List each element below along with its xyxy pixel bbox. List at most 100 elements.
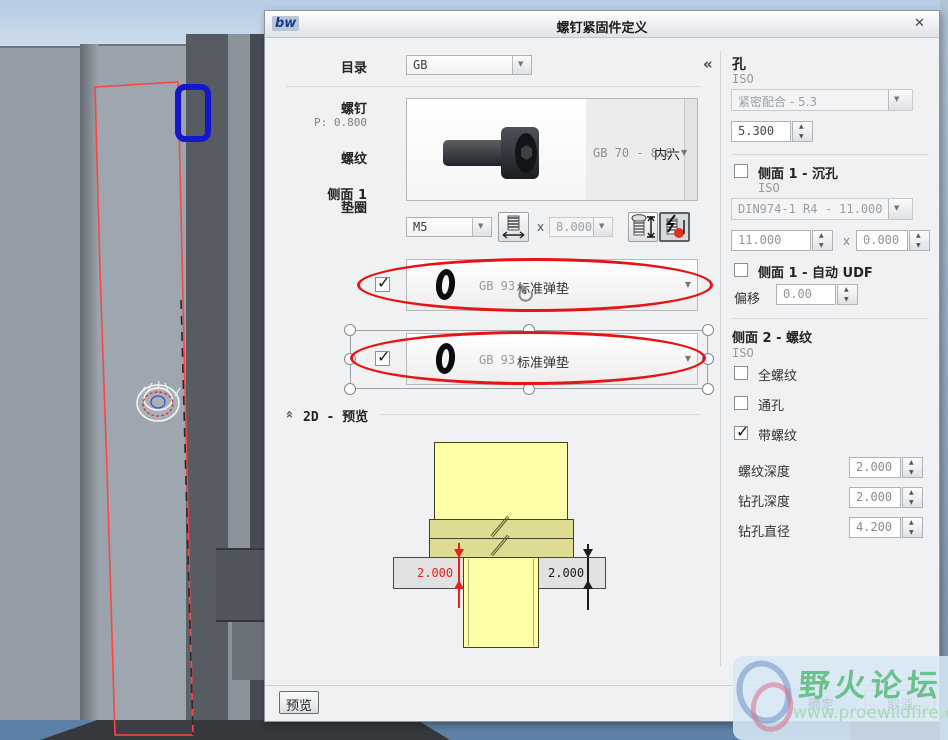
black-arrow-down-icon bbox=[583, 549, 593, 558]
divider bbox=[380, 414, 700, 415]
black-arrow-up-icon bbox=[583, 580, 593, 589]
spinner-buttons[interactable] bbox=[909, 230, 930, 251]
screw-length-combo[interactable]: 8.000 bbox=[549, 217, 613, 237]
washer-section-label: 垫圈 bbox=[340, 201, 367, 216]
selection-handle[interactable] bbox=[702, 324, 714, 336]
catalog-combo[interactable]: GB bbox=[406, 55, 532, 75]
times-label-2: x bbox=[843, 234, 851, 248]
offset-value: 0.00 bbox=[783, 287, 812, 301]
thread-label: 螺纹 bbox=[340, 152, 367, 167]
times-label: x bbox=[537, 220, 545, 234]
spinner-buttons[interactable] bbox=[902, 517, 923, 538]
spinner-buttons[interactable] bbox=[792, 121, 813, 142]
dropdown-arrow-icon[interactable] bbox=[593, 218, 612, 236]
spinner-buttons[interactable] bbox=[902, 457, 923, 478]
counterbore-label: 侧面 1 - 沉孔 bbox=[758, 167, 839, 182]
with-thread-checkbox[interactable] bbox=[734, 422, 749, 441]
counterbore-checkbox[interactable] bbox=[734, 164, 748, 178]
iso-label-2: ISO bbox=[758, 181, 780, 195]
screw-head-section bbox=[434, 442, 568, 520]
screw-head-type[interactable]: 内六 bbox=[654, 144, 680, 163]
drill-diameter-spinner[interactable]: 4.200 bbox=[849, 517, 923, 538]
dropdown-arrow-icon[interactable] bbox=[472, 218, 491, 236]
screw-preview-panel[interactable]: GB 70 - 8.8 内六 ▼ bbox=[406, 98, 698, 201]
dim-right-value: 2.000 bbox=[548, 566, 585, 580]
with-thread-label: 带螺纹 bbox=[758, 429, 798, 444]
auto-depth-button[interactable] bbox=[659, 212, 690, 242]
offset-spinner[interactable]: 0.00 bbox=[776, 284, 858, 305]
counterbore-dia-value: 11.000 bbox=[738, 233, 782, 247]
preview-button[interactable]: 预览 bbox=[279, 691, 319, 714]
red-arrow-down-icon bbox=[454, 549, 464, 558]
screw-length-value: 8.000 bbox=[556, 220, 593, 234]
thread-diameter-button[interactable] bbox=[498, 212, 529, 242]
thread-depth-value: 2.000 bbox=[856, 460, 893, 474]
divider bbox=[731, 154, 929, 155]
divider bbox=[286, 86, 701, 87]
full-thread-label: 全螺纹 bbox=[758, 369, 798, 384]
collapse-section-icon[interactable] bbox=[282, 410, 297, 418]
catalog-label: 目录 bbox=[340, 61, 367, 76]
spinner-buttons[interactable] bbox=[812, 230, 833, 251]
screw-label: 螺钉 bbox=[340, 102, 367, 117]
collapse-panel-icon[interactable] bbox=[703, 54, 713, 73]
dropdown-arrow-icon[interactable] bbox=[888, 199, 912, 219]
fastener-definition-dialog: bw 螺钉紧固件定义 目录 GB 螺钉 P: 0.800 螺纹 侧面 1 垫圈 bbox=[264, 10, 940, 722]
catalog-value: GB bbox=[413, 58, 428, 72]
drill-depth-spinner[interactable]: 2.000 bbox=[849, 487, 923, 508]
thread-depth-label: 螺纹深度 bbox=[738, 465, 791, 480]
close-icon[interactable] bbox=[914, 16, 930, 32]
thread-size-value: M5 bbox=[413, 220, 428, 234]
selection-handle[interactable] bbox=[344, 324, 356, 336]
forum-watermark: 野火论坛 www.proewildfire.cn bbox=[728, 653, 948, 740]
watermark-title: 野火论坛 bbox=[797, 668, 945, 704]
drill-depth-value: 2.000 bbox=[856, 490, 893, 504]
side2-title: 侧面 2 - 螺纹 bbox=[732, 331, 813, 346]
full-thread-checkbox[interactable] bbox=[734, 366, 748, 380]
selection-handle[interactable] bbox=[702, 383, 714, 395]
watermark-url: www.proewildfire.cn bbox=[793, 703, 948, 723]
red-ellipse-annotation-1[interactable] bbox=[357, 258, 713, 312]
spinner-buttons[interactable] bbox=[837, 284, 858, 305]
spinner-buttons[interactable] bbox=[902, 487, 923, 508]
thread-line bbox=[533, 559, 534, 646]
drill-depth-label: 钻孔深度 bbox=[738, 495, 791, 510]
counterbore-combo[interactable]: DIN974-1 R4 - 11.000 bbox=[731, 198, 913, 220]
dialog-title: 螺钉紧固件定义 bbox=[556, 21, 648, 36]
fit-value: 紧密配合 - 5.3 bbox=[738, 95, 818, 109]
counterbore-depth-value: 0.000 bbox=[863, 233, 900, 247]
iso-label-1: ISO bbox=[732, 72, 754, 86]
offset-label: 偏移 bbox=[734, 292, 761, 307]
auto-udf-label: 侧面 1 - 自动 UDF bbox=[758, 266, 873, 281]
application-window: bw 螺钉紧固件定义 目录 GB 螺钉 P: 0.800 螺纹 侧面 1 垫圈 bbox=[0, 0, 948, 740]
through-hole-checkbox[interactable] bbox=[734, 396, 748, 410]
iso-label-3: ISO bbox=[732, 346, 754, 360]
dialog-titlebar[interactable]: bw 螺钉紧固件定义 bbox=[265, 11, 939, 38]
hole-diameter-spinner[interactable]: 5.300 bbox=[731, 121, 813, 142]
thread-depth-spinner[interactable]: 2.000 bbox=[849, 457, 923, 478]
screw-length-button[interactable] bbox=[628, 212, 658, 242]
pitch-value: P: 0.800 bbox=[314, 116, 367, 129]
thread-line bbox=[468, 559, 469, 646]
preview2d-header: 2D - 预览 bbox=[303, 410, 369, 425]
panel-divider bbox=[720, 51, 721, 666]
dropdown-arrow-icon[interactable] bbox=[512, 56, 531, 74]
dropdown-arrow-icon[interactable]: ▼ bbox=[681, 148, 687, 157]
screw-length-icon bbox=[631, 214, 655, 238]
selected-edge-loop bbox=[175, 84, 211, 142]
red-ellipse-annotation-2[interactable] bbox=[350, 331, 706, 385]
thread-size-combo[interactable]: M5 bbox=[406, 217, 492, 237]
drill-diameter-label: 钻孔直径 bbox=[738, 525, 791, 540]
counterbore-depth-spinner[interactable]: 0.000 bbox=[856, 230, 930, 251]
auto-udf-checkbox[interactable] bbox=[734, 263, 748, 277]
divider bbox=[731, 318, 929, 319]
hole-diameter-value: 5.300 bbox=[738, 124, 775, 138]
counterbore-standard: DIN974-1 R4 - 11.000 bbox=[738, 202, 883, 216]
red-arrow-up-icon bbox=[454, 580, 464, 589]
drill-diameter-value: 4.200 bbox=[856, 520, 893, 534]
fit-combo[interactable]: 紧密配合 - 5.3 bbox=[731, 89, 913, 111]
counterbore-dia-spinner[interactable]: 11.000 bbox=[731, 230, 833, 251]
hole-title: 孔 bbox=[732, 57, 746, 73]
dropdown-arrow-icon[interactable] bbox=[888, 90, 912, 110]
selection-handle[interactable] bbox=[344, 383, 356, 395]
